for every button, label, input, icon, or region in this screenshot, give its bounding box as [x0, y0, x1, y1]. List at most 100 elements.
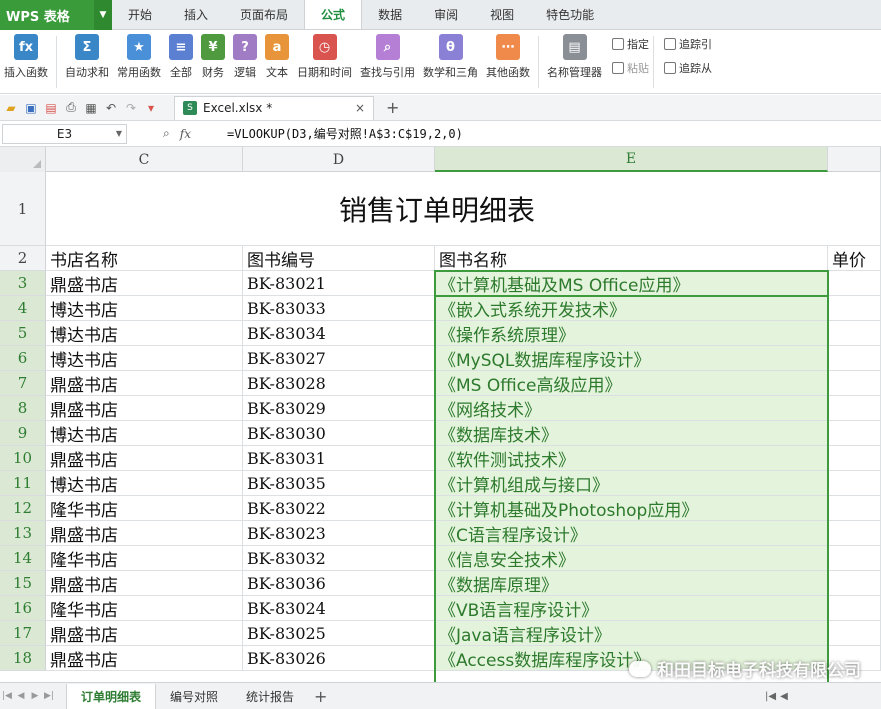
zoom-icon[interactable]: ⌕ — [163, 126, 170, 141]
cell-book-code[interactable]: BK-83027 — [243, 346, 435, 371]
header-book-code[interactable]: 图书编号 — [243, 246, 435, 271]
row-header[interactable]: 9 — [0, 421, 46, 446]
header-book-title[interactable]: 图书名称 — [435, 246, 828, 271]
sheet-tab-0[interactable]: 订单明细表 — [66, 683, 157, 709]
row-header[interactable]: 12 — [0, 496, 46, 521]
cell-store-name[interactable]: 鼎盛书店 — [46, 446, 243, 471]
cell-store-name[interactable]: 鼎盛书店 — [46, 646, 243, 671]
cell-unit-price[interactable] — [828, 321, 881, 346]
cell-store-name[interactable]: 鼎盛书店 — [46, 571, 243, 596]
last-sheet-icon[interactable]: ▶| — [42, 691, 56, 701]
cell-store-name[interactable]: 隆华书店 — [46, 496, 243, 521]
row-header[interactable]: 14 — [0, 546, 46, 571]
worksheet-grid[interactable]: C D E 1 销售订单明细表 2 书店名称 图书编号 图书名称 单价 3 鼎盛书… — [0, 147, 881, 682]
print-icon[interactable]: ⎙ — [64, 100, 78, 115]
cell-book-title[interactable]: 《MS Office高级应用》 — [435, 371, 828, 396]
tab-3[interactable]: 公式 — [304, 0, 363, 29]
chevron-down-icon[interactable]: ▼ — [116, 129, 122, 138]
cell-book-code[interactable]: BK-83026 — [243, 646, 435, 671]
name-box[interactable]: E3 ▼ — [2, 123, 127, 144]
ribbon-button-7[interactable]: ◷ 日期和时间 — [293, 30, 356, 94]
tab-2[interactable]: 页面布局 — [224, 0, 304, 29]
cell-unit-price[interactable] — [828, 421, 881, 446]
prev-sheet-icon[interactable]: ◀ — [14, 691, 28, 701]
scroll-left-icon[interactable]: |◀ — [765, 691, 776, 702]
row-header[interactable]: 8 — [0, 396, 46, 421]
cell-book-code[interactable]: BK-83032 — [243, 546, 435, 571]
ribbon-button-5[interactable]: ? 逻辑 — [229, 30, 261, 94]
row-header[interactable]: 17 — [0, 621, 46, 646]
cell-unit-price[interactable] — [828, 296, 881, 321]
cell-book-title[interactable]: 《MySQL数据库程序设计》 — [435, 346, 828, 371]
redo-icon[interactable]: ↷ — [124, 101, 138, 115]
new-tab-icon[interactable]: + — [386, 98, 399, 117]
cell-store-name[interactable]: 博达书店 — [46, 471, 243, 496]
cell-book-title[interactable]: 《嵌入式系统开发技术》 — [435, 296, 828, 321]
cell-store-name[interactable]: 隆华书店 — [46, 546, 243, 571]
cell-store-name[interactable]: 博达书店 — [46, 346, 243, 371]
cell-book-code[interactable]: BK-83033 — [243, 296, 435, 321]
header-unit-price[interactable]: 单价 — [828, 246, 881, 271]
cell-book-code[interactable]: BK-83031 — [243, 446, 435, 471]
sheet-tab-2[interactable]: 统计报告 — [232, 684, 308, 709]
cell-book-title[interactable]: 《C语言程序设计》 — [435, 521, 828, 546]
formula-input[interactable]: =VLOOKUP(D3,编号对照!A$3:C$19,2,0) — [227, 125, 463, 142]
cell-unit-price[interactable] — [828, 621, 881, 646]
column-header-d[interactable]: D — [243, 147, 435, 172]
export-pdf-icon[interactable]: ▤ — [44, 101, 58, 115]
sheet-tab-1[interactable]: 编号对照 — [156, 684, 232, 709]
row-header[interactable]: 5 — [0, 321, 46, 346]
cell-book-code[interactable]: BK-83036 — [243, 571, 435, 596]
header-store-name[interactable]: 书店名称 — [46, 246, 243, 271]
ribbon-button-3[interactable]: ≡ 全部 — [165, 30, 197, 94]
cell-book-title[interactable]: 《信息安全技术》 — [435, 546, 828, 571]
sheet-title[interactable]: 销售订单明细表 — [46, 172, 828, 246]
cell-book-code[interactable]: BK-83030 — [243, 421, 435, 446]
cell-unit-price[interactable] — [828, 396, 881, 421]
tab-0[interactable]: 开始 — [112, 0, 168, 29]
tab-5[interactable]: 审阅 — [418, 0, 474, 29]
small-button-1[interactable]: 粘贴 — [612, 60, 649, 76]
cell-store-name[interactable]: 博达书店 — [46, 296, 243, 321]
fx-icon[interactable]: fx — [180, 127, 191, 141]
ribbon-button-4[interactable]: ¥ 财务 — [197, 30, 229, 94]
cell-unit-price[interactable] — [828, 346, 881, 371]
cell-unit-price[interactable] — [828, 546, 881, 571]
open-folder-icon[interactable]: ▰ — [4, 101, 18, 115]
cell-book-title[interactable]: 《数据库原理》 — [435, 571, 828, 596]
cell-unit-price[interactable] — [828, 571, 881, 596]
cell-unit-price[interactable] — [828, 521, 881, 546]
cell-book-title[interactable]: 《数据库技术》 — [435, 421, 828, 446]
cell-store-name[interactable]: 鼎盛书店 — [46, 271, 243, 296]
scroll-prev-icon[interactable]: ◀ — [780, 691, 788, 702]
cell-book-code[interactable]: BK-83028 — [243, 371, 435, 396]
tab-1[interactable]: 插入 — [168, 0, 224, 29]
horizontal-scrollbar[interactable]: |◀ ◀ — [765, 689, 875, 703]
tab-6[interactable]: 视图 — [474, 0, 530, 29]
row-header[interactable]: 15 — [0, 571, 46, 596]
close-icon[interactable]: × — [355, 101, 365, 115]
cell-book-title[interactable]: 《软件测试技术》 — [435, 446, 828, 471]
ribbon-button-11[interactable]: ▤ 名称管理器 — [543, 30, 606, 94]
cell-book-code[interactable]: BK-83021 — [243, 271, 435, 296]
cell-f1[interactable] — [828, 172, 881, 246]
row-header[interactable]: 7 — [0, 371, 46, 396]
ribbon-button-1[interactable]: Σ 自动求和 — [61, 30, 113, 94]
ribbon-button-10[interactable]: ⋯ 其他函数 — [482, 30, 534, 94]
row-header[interactable]: 3 — [0, 271, 46, 296]
row-header[interactable]: 16 — [0, 596, 46, 621]
ribbon-button-6[interactable]: a 文本 — [261, 30, 293, 94]
cell-book-title[interactable]: 《操作系统原理》 — [435, 321, 828, 346]
column-header-f[interactable] — [828, 147, 881, 172]
cell-book-code[interactable]: BK-83024 — [243, 596, 435, 621]
ribbon-button-8[interactable]: ⌕ 查找与引用 — [356, 30, 419, 94]
cell-unit-price[interactable] — [828, 596, 881, 621]
cell-book-title[interactable]: 《网络技术》 — [435, 396, 828, 421]
cell-book-code[interactable]: BK-83035 — [243, 471, 435, 496]
ribbon-button-2[interactable]: ★ 常用函数 — [113, 30, 165, 94]
cell-book-code[interactable]: BK-83023 — [243, 521, 435, 546]
chevron-down-icon[interactable]: ▼ — [94, 0, 112, 30]
trace-button-0[interactable]: 追踪引 — [664, 36, 712, 52]
ribbon-button-0[interactable]: fx 插入函数 — [0, 30, 52, 94]
small-button-0[interactable]: 指定 — [612, 36, 649, 52]
